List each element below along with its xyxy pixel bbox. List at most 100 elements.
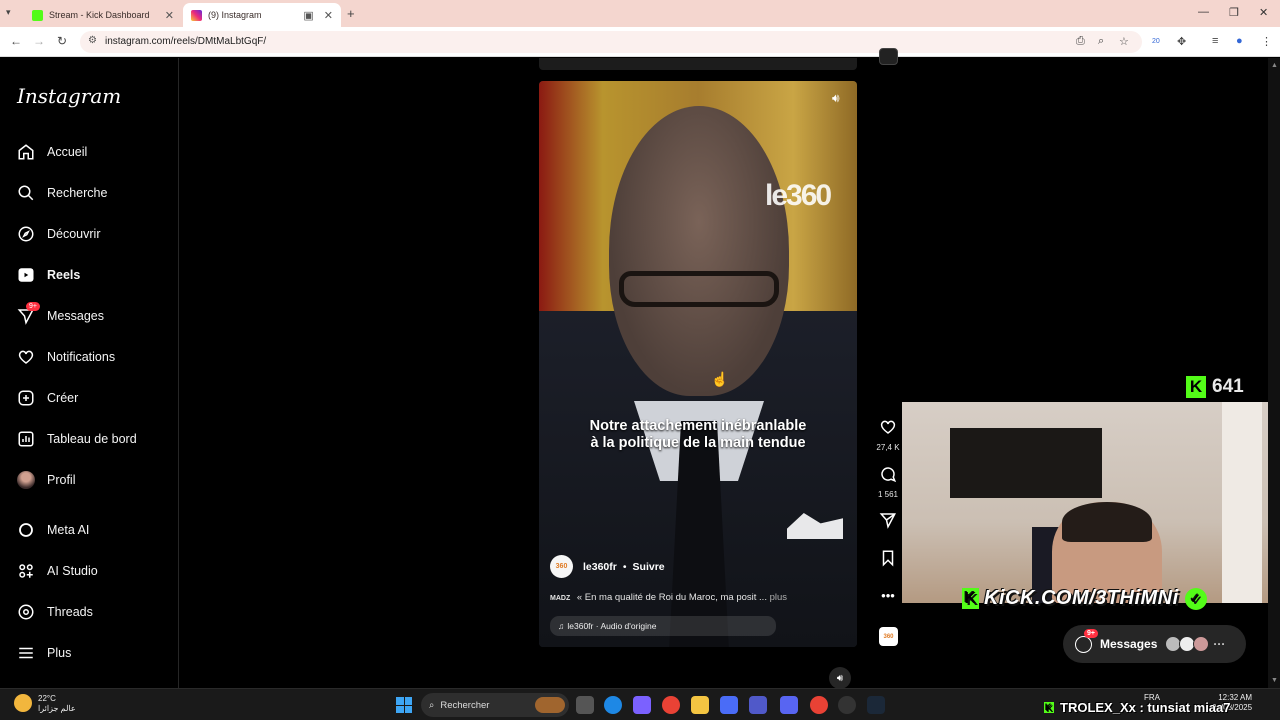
new-tab-plus-icon[interactable]: + bbox=[347, 6, 355, 21]
previous-reel-thumbnail[interactable] bbox=[879, 48, 898, 65]
share-action[interactable] bbox=[876, 511, 900, 534]
speaker-volume-icon[interactable]: 🔊︎ bbox=[832, 91, 840, 106]
messages-badge: 9+ bbox=[26, 302, 40, 311]
comment-icon[interactable] bbox=[879, 465, 897, 483]
page-scrollbar[interactable]: ▲ ▼ bbox=[1268, 58, 1280, 688]
site-info-icon[interactable]: ⚙ bbox=[88, 35, 97, 46]
taskbar-search[interactable]: ⌕ Rechercher bbox=[421, 693, 569, 717]
nav-profil[interactable]: Profil bbox=[16, 468, 75, 492]
tab-instagram[interactable]: (9) Instagram ▣ ✕ bbox=[183, 3, 341, 27]
kick-viewer-counter: K 641 bbox=[1186, 376, 1244, 398]
close-tab-icon[interactable]: ✕ bbox=[324, 9, 333, 22]
plus-square-icon bbox=[16, 388, 36, 408]
extensions-puzzle-icon[interactable]: ✥ bbox=[1177, 35, 1186, 48]
nav-label: Profil bbox=[47, 473, 76, 487]
volume-icon[interactable]: 🔊︎ bbox=[829, 667, 851, 689]
weather-widget[interactable]: 22°C عالم جزائرا bbox=[14, 694, 76, 714]
zoom-icon[interactable]: ⌕ bbox=[1098, 35, 1104, 48]
reel-author-row: 360 le360fr • Suivre bbox=[550, 555, 665, 578]
browser-tab-strip: ▾ Stream - Kick Dashboard ✕ (9) Instagra… bbox=[0, 0, 1280, 27]
nav-messages[interactable]: 9+ Messages bbox=[16, 302, 104, 328]
windows-start-icon[interactable] bbox=[396, 697, 412, 713]
nav-ai-studio[interactable]: AI Studio bbox=[16, 559, 98, 583]
nav-label: Messages bbox=[47, 309, 104, 323]
tab-search-chevron-icon[interactable]: ▾ bbox=[6, 7, 11, 18]
obs-icon[interactable] bbox=[838, 696, 856, 714]
store-icon[interactable] bbox=[720, 696, 738, 714]
nav-decouvrir[interactable]: Découvrir bbox=[16, 222, 101, 246]
previous-reel-edge bbox=[539, 58, 857, 70]
steam-icon[interactable] bbox=[867, 696, 885, 714]
threads-icon bbox=[16, 602, 36, 622]
audio-thumbnail[interactable]: 360 bbox=[879, 627, 898, 646]
nav-creer[interactable]: Créer bbox=[16, 386, 78, 410]
media-playing-icon[interactable]: ▣ bbox=[303, 9, 313, 22]
copilot-icon[interactable] bbox=[633, 696, 651, 714]
caption-more-link[interactable]: plus bbox=[770, 592, 787, 603]
nav-notifications[interactable]: Notifications bbox=[16, 345, 115, 369]
back-arrow-icon[interactable]: ← bbox=[10, 34, 22, 48]
share-paper-plane-icon[interactable] bbox=[879, 511, 897, 529]
bookmark-icon[interactable] bbox=[879, 549, 897, 567]
nav-reels[interactable]: Reels bbox=[16, 263, 80, 287]
chrome-icon[interactable] bbox=[662, 696, 680, 714]
nav-label: Threads bbox=[47, 605, 93, 619]
dashboard-icon bbox=[16, 429, 36, 449]
reels-icon bbox=[16, 265, 36, 285]
menu-kebab-icon[interactable]: ⋮ bbox=[1261, 35, 1272, 48]
stream-chat-message: K TROLEX_Xx : tunsiat miaa7 bbox=[1044, 700, 1231, 715]
author-avatar[interactable]: 360 bbox=[550, 555, 573, 578]
close-window-icon[interactable]: ✕ bbox=[1259, 6, 1268, 19]
tab-kick-dashboard[interactable]: Stream - Kick Dashboard ✕ bbox=[24, 3, 182, 27]
reel-video[interactable]: le360 🔊︎ Notre attachement inébranlable … bbox=[539, 81, 857, 647]
heart-icon[interactable] bbox=[879, 418, 897, 436]
restore-icon[interactable]: ❐ bbox=[1229, 6, 1239, 19]
message-avatars bbox=[1165, 636, 1210, 652]
nav-recherche[interactable]: Recherche bbox=[16, 181, 107, 205]
forward-arrow-icon[interactable]: → bbox=[33, 34, 45, 48]
instagram-logo[interactable]: Instagram bbox=[17, 84, 121, 108]
profile-icon[interactable]: ● bbox=[1236, 35, 1243, 47]
discord-icon[interactable] bbox=[780, 696, 798, 714]
chat-message-text: TROLEX_Xx : tunsiat miaa7 bbox=[1060, 700, 1231, 715]
edge-icon[interactable] bbox=[604, 696, 622, 714]
minimize-icon[interactable]: — bbox=[1198, 6, 1209, 18]
nav-accueil[interactable]: Accueil bbox=[16, 140, 87, 164]
close-tab-icon[interactable]: ✕ bbox=[165, 9, 174, 22]
media-controls-icon[interactable]: ≡ bbox=[1212, 35, 1218, 47]
nav-plus[interactable]: Plus bbox=[16, 641, 71, 665]
save-action[interactable] bbox=[876, 549, 900, 572]
nav-label: Plus bbox=[47, 646, 72, 660]
heart-icon bbox=[16, 347, 36, 367]
messages-floating-button[interactable]: 9+ Messages ··· bbox=[1063, 625, 1246, 663]
author-name[interactable]: le360fr bbox=[583, 561, 617, 573]
bookmark-star-icon[interactable]: ☆ bbox=[1119, 35, 1129, 48]
weather-text: عالم جزائرا bbox=[38, 704, 76, 713]
scroll-up-arrow-icon[interactable]: ▲ bbox=[1271, 62, 1278, 69]
nav-tableau-de-bord[interactable]: Tableau de bord bbox=[16, 427, 137, 451]
scroll-down-arrow-icon[interactable]: ▼ bbox=[1271, 677, 1278, 684]
more-options-icon[interactable]: ••• bbox=[876, 588, 900, 603]
comment-action[interactable]: 1 561 bbox=[876, 465, 900, 499]
music-note-icon: ♫ bbox=[558, 621, 565, 631]
chrome-active-icon[interactable] bbox=[810, 696, 828, 714]
search-highlight-image bbox=[535, 697, 565, 713]
messenger-icon: 9+ bbox=[1075, 628, 1098, 653]
address-bar[interactable]: ⚙ instagram.com/reels/DMtMaLbtGqF/ bbox=[80, 31, 1142, 53]
task-view-icon[interactable] bbox=[576, 696, 594, 714]
audio-pill[interactable]: ♫ le360fr · Audio d'origine bbox=[550, 616, 776, 636]
meta-ai-icon bbox=[16, 520, 36, 540]
reload-icon[interactable]: ↻ bbox=[57, 34, 67, 48]
install-app-icon[interactable]: ⎙ bbox=[1076, 35, 1085, 48]
file-explorer-icon[interactable] bbox=[691, 696, 709, 714]
nav-label: Recherche bbox=[47, 186, 108, 200]
subtitle-line: à la politique de la main tendue bbox=[590, 435, 806, 451]
like-action[interactable]: 27,4 K bbox=[876, 418, 900, 452]
nav-threads[interactable]: Threads bbox=[16, 600, 93, 624]
caption-tag: MADZ bbox=[550, 595, 571, 602]
nav-meta-ai[interactable]: Meta AI bbox=[16, 518, 89, 542]
follow-button[interactable]: Suivre bbox=[633, 561, 665, 573]
teams-icon[interactable] bbox=[749, 696, 767, 714]
caption-text: « En ma qualité de Roi du Maroc, ma posi… bbox=[576, 592, 757, 603]
extension-badge[interactable]: 20 bbox=[1152, 38, 1160, 45]
